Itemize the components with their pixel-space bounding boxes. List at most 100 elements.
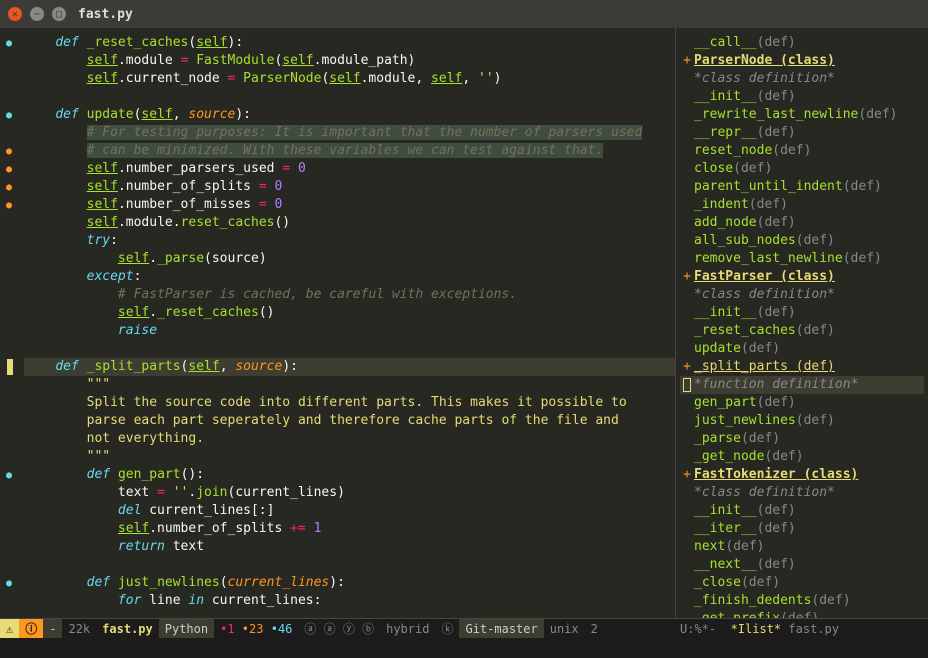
- code-line[interactable]: self.number_parsers_used = 0: [24, 160, 675, 178]
- outline-item[interactable]: *class definition*: [680, 484, 924, 502]
- outline-item[interactable]: _rewrite_last_newline (def): [680, 106, 924, 124]
- code-line[interactable]: for line in current_lines:: [24, 592, 675, 610]
- outline-item[interactable]: gen_part (def): [680, 394, 924, 412]
- outline-item[interactable]: +FastParser (class): [680, 268, 924, 286]
- buffer-name[interactable]: fast.py: [96, 619, 159, 638]
- outline-item[interactable]: __init__ (def): [680, 88, 924, 106]
- gutter-mark: [0, 376, 18, 394]
- right-status: U:%*-: [680, 622, 716, 636]
- major-mode[interactable]: Python: [159, 619, 214, 638]
- outline-item[interactable]: all_sub_nodes (def): [680, 232, 924, 250]
- code-line[interactable]: self._parse(source): [24, 250, 675, 268]
- code-line[interactable]: self.current_node = ParserNode(self.modu…: [24, 70, 675, 88]
- code-line[interactable]: def gen_part():: [24, 466, 675, 484]
- outline-item[interactable]: update (def): [680, 340, 924, 358]
- code-line[interactable]: not everything.: [24, 430, 675, 448]
- outline-item[interactable]: just_newlines (def): [680, 412, 924, 430]
- code-line[interactable]: raise: [24, 322, 675, 340]
- code-line[interactable]: self.number_of_splits += 1: [24, 520, 675, 538]
- code-line[interactable]: self.module.reset_caches(): [24, 214, 675, 232]
- right-buffer[interactable]: *Ilist*: [731, 622, 782, 636]
- minibuffer[interactable]: [0, 638, 928, 658]
- outline-item[interactable]: next (def): [680, 538, 924, 556]
- coding-system: unix: [544, 619, 585, 638]
- gutter-mark: [0, 592, 18, 610]
- code-line[interactable]: def _reset_caches(self):: [24, 34, 675, 52]
- outline-item[interactable]: + _split_parts (def): [680, 358, 924, 376]
- gutter-mark: ●: [0, 106, 18, 124]
- gutter-mark: [0, 250, 18, 268]
- code-line[interactable]: del current_lines[:]: [24, 502, 675, 520]
- code-content[interactable]: def _reset_caches(self): self.module = F…: [18, 28, 675, 618]
- gutter-mark: ●: [0, 466, 18, 484]
- outline-item[interactable]: *function definition*: [680, 376, 924, 394]
- outline-item[interactable]: __call__ (def): [680, 34, 924, 52]
- code-line[interactable]: def update(self, source):: [24, 106, 675, 124]
- outline-item[interactable]: __next__ (def): [680, 556, 924, 574]
- code-line[interactable]: def _split_parts(self, source):: [24, 358, 675, 376]
- info-icon[interactable]: ⓘ: [19, 619, 43, 638]
- k-icon: ⓚ: [435, 619, 459, 638]
- gutter-mark: ●: [0, 34, 18, 52]
- outline-item[interactable]: __iter__ (def): [680, 520, 924, 538]
- outline-item[interactable]: _get_prefix (def): [680, 610, 924, 618]
- outline-item[interactable]: __init__ (def): [680, 502, 924, 520]
- code-line[interactable]: text = ''.join(current_lines): [24, 484, 675, 502]
- gutter-mark: ●: [0, 178, 18, 196]
- window-title: fast.py: [78, 7, 133, 22]
- gutter-mark: ●: [0, 160, 18, 178]
- code-line[interactable]: self.number_of_misses = 0: [24, 196, 675, 214]
- gutter-mark: [0, 304, 18, 322]
- code-line[interactable]: parse each part seperately and therefore…: [24, 412, 675, 430]
- warning-icon[interactable]: ⚠: [0, 619, 19, 638]
- code-line[interactable]: self._reset_caches(): [24, 304, 675, 322]
- code-line[interactable]: return text: [24, 538, 675, 556]
- outline-item[interactable]: _parse (def): [680, 430, 924, 448]
- outline-item[interactable]: _get_node (def): [680, 448, 924, 466]
- close-icon[interactable]: ×: [8, 7, 22, 21]
- maximize-icon[interactable]: □: [52, 7, 66, 21]
- code-line[interactable]: except:: [24, 268, 675, 286]
- outline-item[interactable]: close (def): [680, 160, 924, 178]
- outline-item[interactable]: add_node (def): [680, 214, 924, 232]
- gutter-mark: [0, 52, 18, 70]
- git-branch[interactable]: Git-master: [459, 619, 543, 638]
- outline-item[interactable]: __init__ (def): [680, 304, 924, 322]
- code-line[interactable]: # For testing purposes: It is important …: [24, 124, 675, 142]
- code-line[interactable]: Split the source code into different par…: [24, 394, 675, 412]
- code-line[interactable]: [24, 556, 675, 574]
- code-line[interactable]: [24, 88, 675, 106]
- outline-item[interactable]: reset_node (def): [680, 142, 924, 160]
- gutter-mark: [0, 232, 18, 250]
- flycheck-counts[interactable]: •1 •23 •46: [214, 619, 298, 638]
- outline-item[interactable]: parent_until_indent (def): [680, 178, 924, 196]
- gutter-mark: [0, 556, 18, 574]
- code-line[interactable]: """: [24, 376, 675, 394]
- code-line[interactable]: self.module = FastModule(self.module_pat…: [24, 52, 675, 70]
- modeline-left: ⚠ ⓘ - 22k fast.py Python •1 •23 •46 ⓐ ⓐ …: [0, 618, 676, 638]
- minor-modes: ⓐ ⓐ ⓨ ⓑ: [298, 619, 380, 638]
- code-line[interactable]: try:: [24, 232, 675, 250]
- outline-item[interactable]: _finish_dedents (def): [680, 592, 924, 610]
- outline-item[interactable]: _close (def): [680, 574, 924, 592]
- code-line[interactable]: """: [24, 448, 675, 466]
- gutter-mark: ●: [0, 574, 18, 592]
- code-line[interactable]: # can be minimized. With these variables…: [24, 142, 675, 160]
- outline-item[interactable]: *class definition*: [680, 286, 924, 304]
- outline-item[interactable]: *class definition*: [680, 70, 924, 88]
- code-line[interactable]: # FastParser is cached, be careful with …: [24, 286, 675, 304]
- outline-item[interactable]: +FastTokenizer (class): [680, 466, 924, 484]
- code-line[interactable]: def just_newlines(current_lines):: [24, 574, 675, 592]
- code-pane[interactable]: ●●●●●●●● def _reset_caches(self): self.m…: [0, 28, 676, 618]
- outline-item[interactable]: +ParserNode (class): [680, 52, 924, 70]
- outline-item[interactable]: _indent (def): [680, 196, 924, 214]
- outline-item[interactable]: _reset_caches (def): [680, 322, 924, 340]
- outline-pane[interactable]: __call__ (def)+ParserNode (class) *class…: [676, 28, 928, 618]
- code-line[interactable]: [24, 340, 675, 358]
- outline-item[interactable]: remove_last_newline (def): [680, 250, 924, 268]
- minimize-icon[interactable]: −: [30, 7, 44, 21]
- gutter-mark: [0, 394, 18, 412]
- code-line[interactable]: self.number_of_splits = 0: [24, 178, 675, 196]
- outline-item[interactable]: __repr__ (def): [680, 124, 924, 142]
- gutter-mark: [0, 322, 18, 340]
